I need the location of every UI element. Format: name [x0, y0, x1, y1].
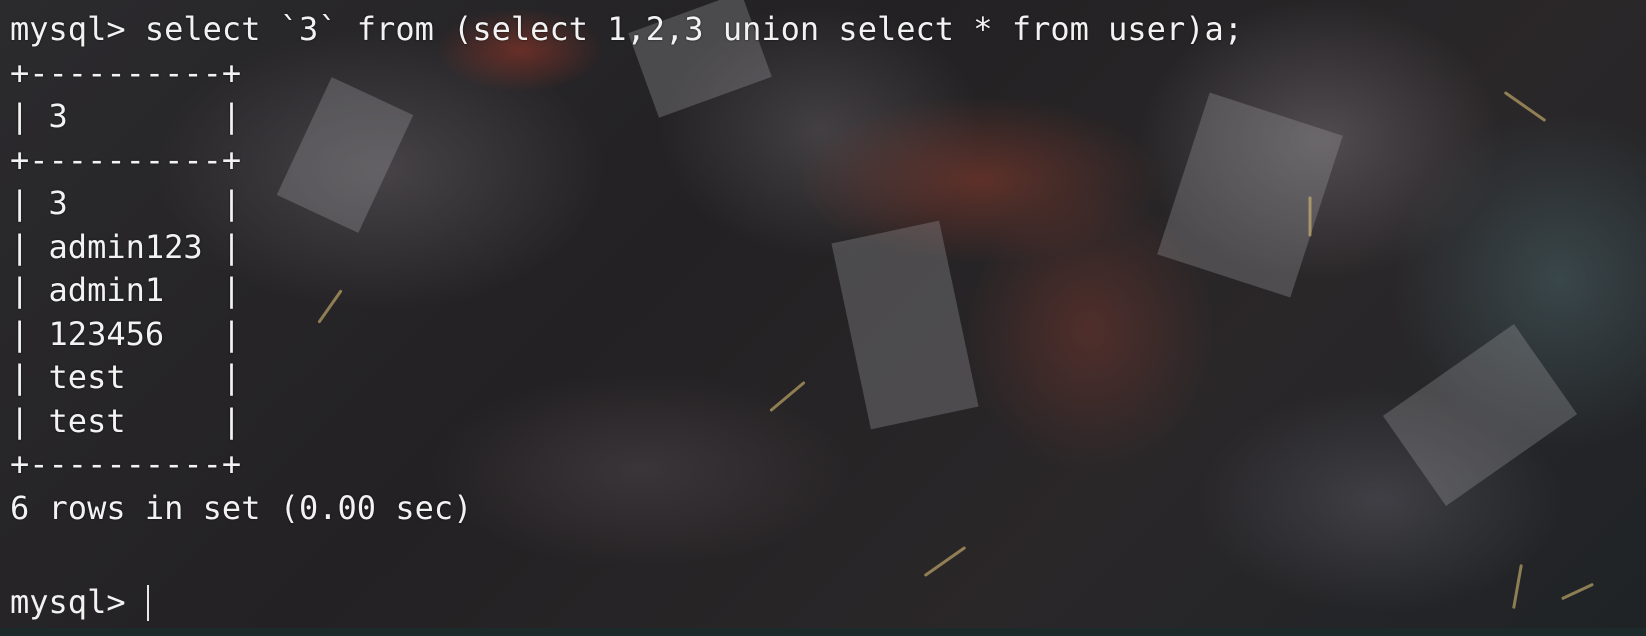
table-row: | 123456 |: [10, 314, 242, 353]
table-row: | test |: [10, 401, 242, 440]
table-row: | admin1 |: [10, 271, 242, 309]
table-row: | test |: [10, 358, 242, 396]
table-row: | admin123 |: [10, 227, 242, 266]
table-cell: 3: [48, 184, 203, 222]
table-border-bottom: +----------+: [10, 445, 242, 483]
spark-streak: [923, 545, 967, 578]
table-cell: 123456: [48, 314, 203, 353]
terminal-output: mysql> select `3` from (select 1,2,3 uni…: [10, 8, 1636, 530]
table-header-row: | 3 |: [10, 97, 242, 135]
command-text: select `3` from (select 1,2,3 union sele…: [144, 10, 1243, 48]
input-line[interactable]: mysql>: [10, 581, 149, 624]
result-summary: 6 rows in set (0.00 sec): [10, 488, 473, 527]
table-row: | 3 |: [10, 184, 242, 222]
prompt: mysql>: [10, 583, 126, 621]
command-line: mysql> select `3` from (select 1,2,3 uni…: [10, 8, 1636, 52]
table-cell: test: [48, 401, 203, 440]
text-cursor: [146, 584, 149, 621]
spark-streak: [1512, 564, 1523, 609]
table-cell: admin1: [48, 271, 203, 309]
terminal-window[interactable]: mysql> select `3` from (select 1,2,3 uni…: [0, 0, 1646, 636]
table-cell: admin123: [48, 227, 203, 266]
prompt: mysql>: [10, 10, 126, 48]
spark-streak: [1561, 582, 1594, 601]
table-border-top: +----------+: [10, 53, 242, 92]
table-cell: test: [48, 358, 203, 396]
table-border-mid: +----------+: [10, 140, 242, 179]
bottom-edge: [0, 628, 1646, 636]
table-header-cell: 3: [48, 97, 203, 135]
